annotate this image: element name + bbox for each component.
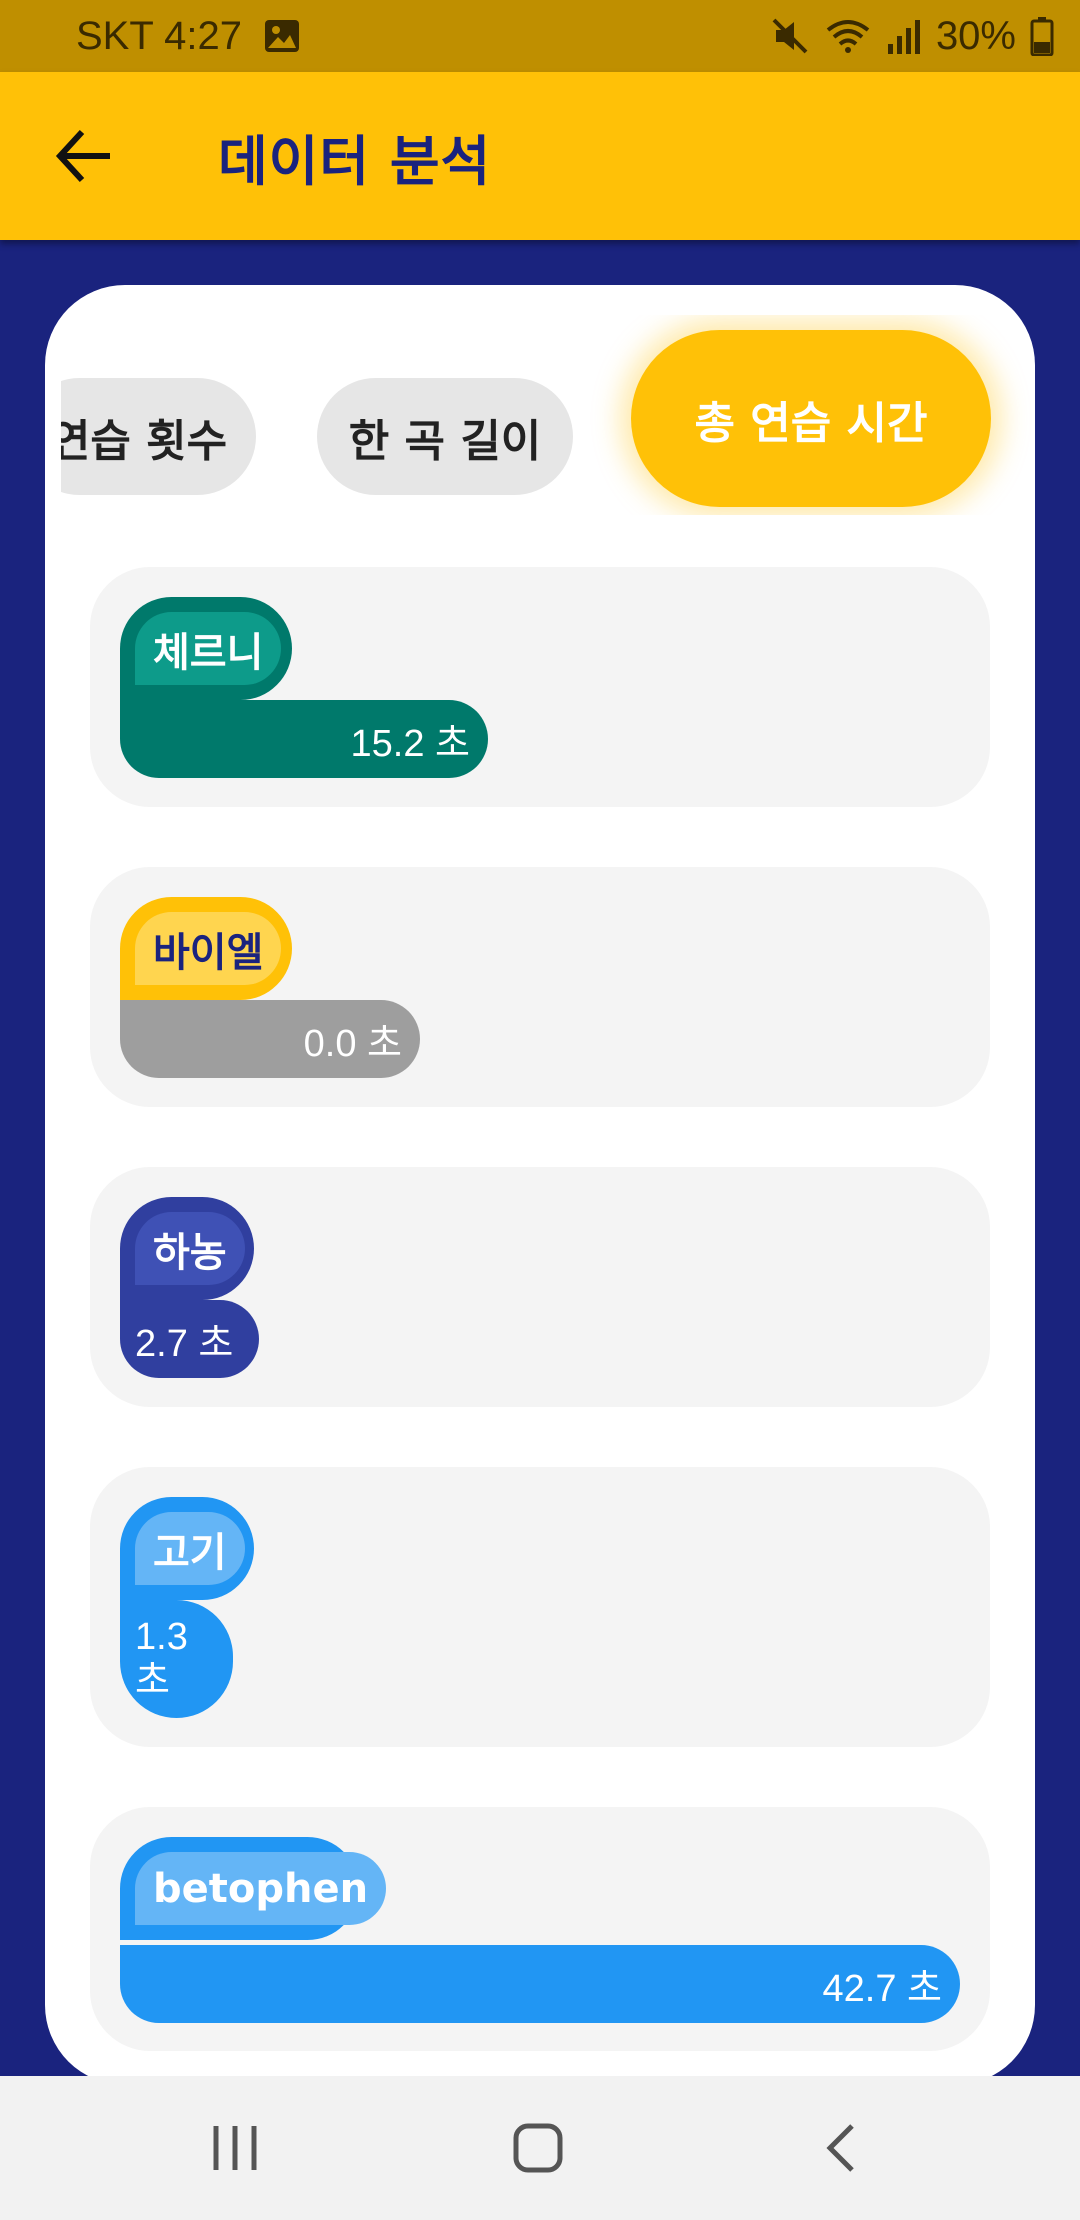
carrier-time: SKT 4:27 [76,13,243,58]
item-name: 바이엘 [135,912,282,985]
value-bar: 0.0 초 [120,1000,420,1078]
home-button[interactable] [498,2112,578,2184]
name-pill: 고기 [120,1497,254,1600]
tab-label: 한 곡 길이 [348,415,542,467]
home-icon [513,2123,563,2173]
value-bar: 1.3 초 [120,1600,233,1718]
mute-icon [770,16,810,56]
item-name: betophen [135,1852,387,1925]
battery-icon [1030,16,1054,56]
image-icon [264,19,300,53]
list-item[interactable]: 체르니 15.2 초 [90,567,990,807]
name-pill: 하농 [120,1197,254,1300]
nav-back-button[interactable] [800,2112,880,2184]
tab-total-practice-time[interactable]: 총 연습 시간 [631,330,991,507]
battery-text: 30% [935,13,1016,58]
arrow-left-icon [55,129,110,183]
status-bar: SKT 4:27 30% [0,0,1080,72]
tab-song-length[interactable]: 한 곡 길이 [317,378,573,495]
tab-bar: 연습 횟수 한 곡 길이 총 연습 시간 [61,315,1035,515]
item-name: 하농 [135,1212,245,1285]
list-item[interactable]: 고기 1.3 초 [90,1467,990,1747]
tab-label: 연습 횟수 [61,415,228,467]
list-item[interactable]: 하농 2.7 초 [90,1167,990,1407]
wifi-icon [824,16,872,56]
recent-apps-button[interactable] [195,2112,275,2184]
name-pill: 체르니 [120,597,292,700]
app-bar: 데이터 분석 [0,72,1080,240]
status-left: SKT 4:27 [76,12,300,60]
system-nav-bar [0,2076,1080,2220]
item-name: 고기 [135,1512,245,1585]
back-button[interactable] [50,122,118,190]
item-name: 체르니 [135,612,282,685]
list-item[interactable]: 바이엘 0.0 초 [90,867,990,1107]
name-pill: 바이엘 [120,897,292,1000]
page-title: 데이터 분석 [218,129,492,193]
signal-icon [886,16,922,56]
name-pill: betophen [120,1837,387,1940]
tab-label: 총 연습 시간 [694,397,928,449]
content-card: 연습 횟수 한 곡 길이 총 연습 시간 체르니 15.2 초 바이엘 0.0 … [45,285,1035,2085]
value-bar: 15.2 초 [120,700,488,778]
tab-practice-count[interactable]: 연습 횟수 [61,378,256,495]
value-bar: 42.7 초 [120,1945,960,2023]
back-icon [826,2124,854,2172]
value-bar: 2.7 초 [120,1300,259,1378]
list-item[interactable]: betophen 42.7 초 [90,1807,990,2051]
recent-apps-icon [213,2126,257,2170]
status-right: 30% [770,12,1054,60]
